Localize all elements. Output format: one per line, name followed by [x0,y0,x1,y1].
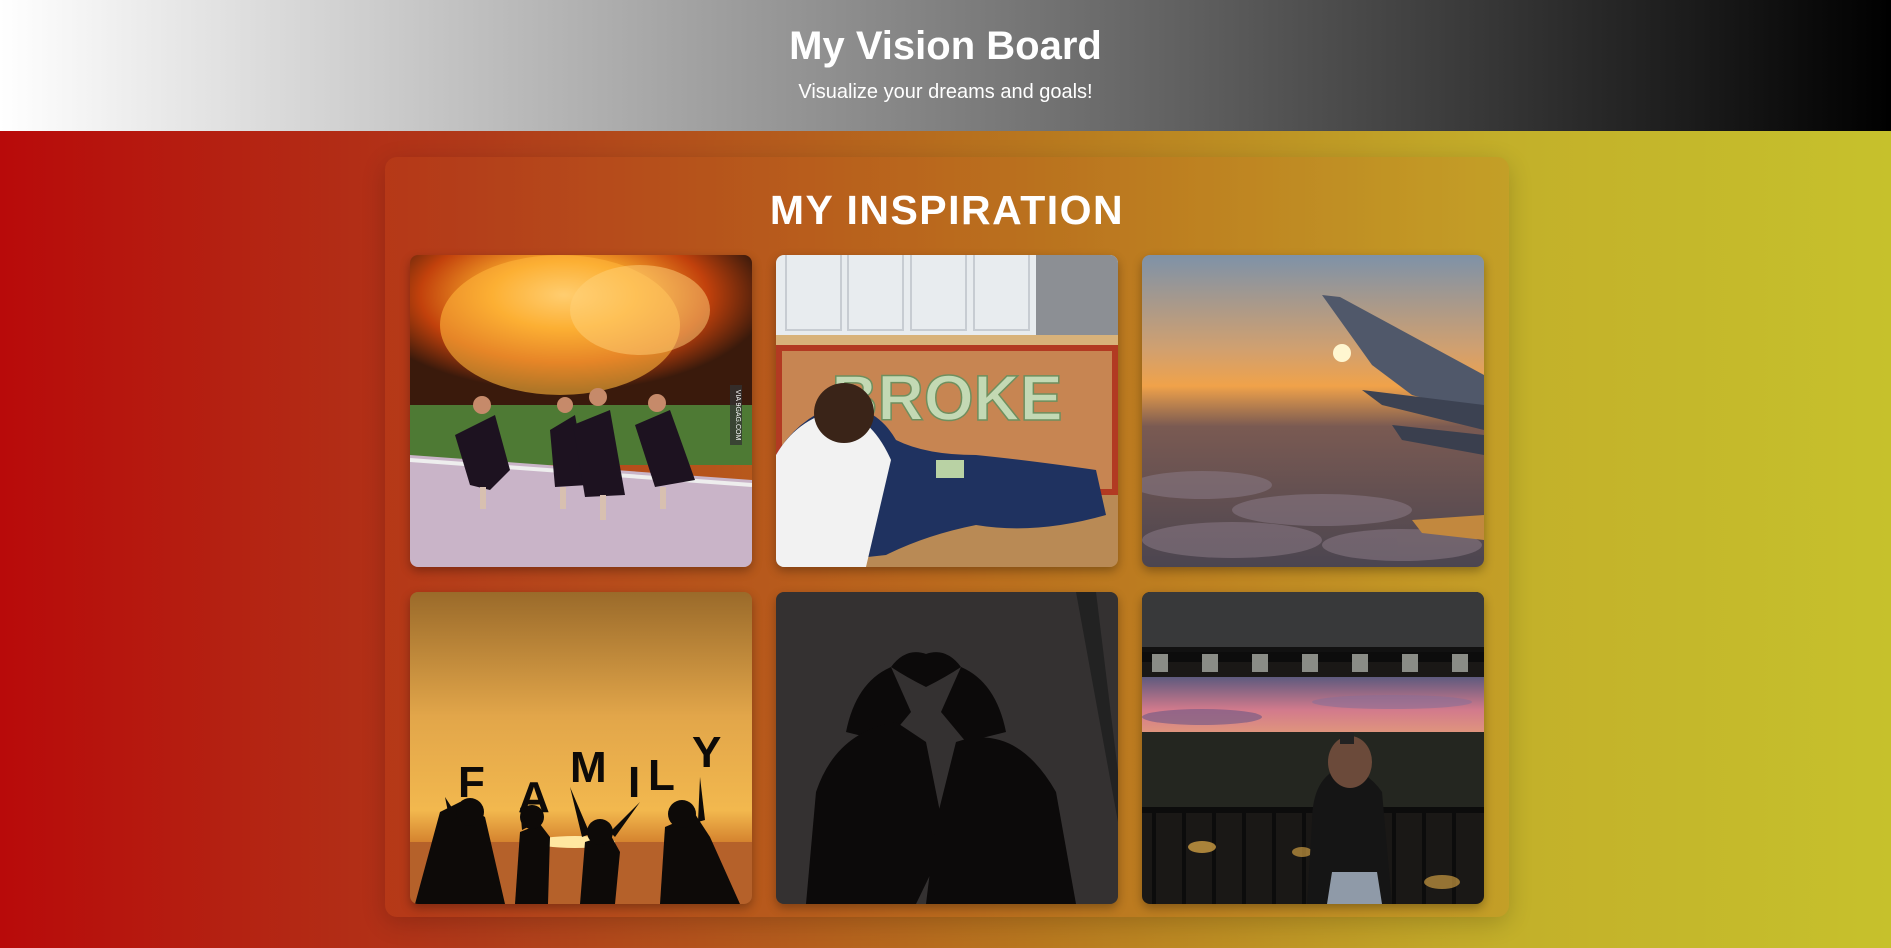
family-letter-l: L [648,751,675,800]
graduates-explosion-photo: VIA 9GAG.COM [410,255,752,567]
main-content: MY INSPIRATION VIA 9GAG.COM BROKE F A M … [0,131,1891,948]
money-broke-photo: BROKE [776,255,1118,567]
family-sunset-photo: F A M I L Y [410,592,752,904]
site-subtitle: Visualize your dreams and goals! [798,81,1093,103]
board-heading: MY INSPIRATION [769,187,1125,233]
shadow-heart-photo [776,592,1118,904]
airplane-sunset-photo [1142,255,1484,567]
balcony-sunset-photo [1142,592,1484,904]
family-letter-m: M [570,743,607,792]
site-header: My Vision Board Visualize your dreams an… [0,0,1891,131]
family-letter-i: I [628,758,640,807]
vision-board: MY INSPIRATION VIA 9GAG.COM BROKE F A M … [385,157,1509,917]
site-title: My Vision Board [789,24,1102,68]
watermark-text: VIA 9GAG.COM [734,390,741,441]
image-grid: VIA 9GAG.COM BROKE F A M I L Y [410,255,1484,904]
family-letter-y: Y [692,728,721,777]
